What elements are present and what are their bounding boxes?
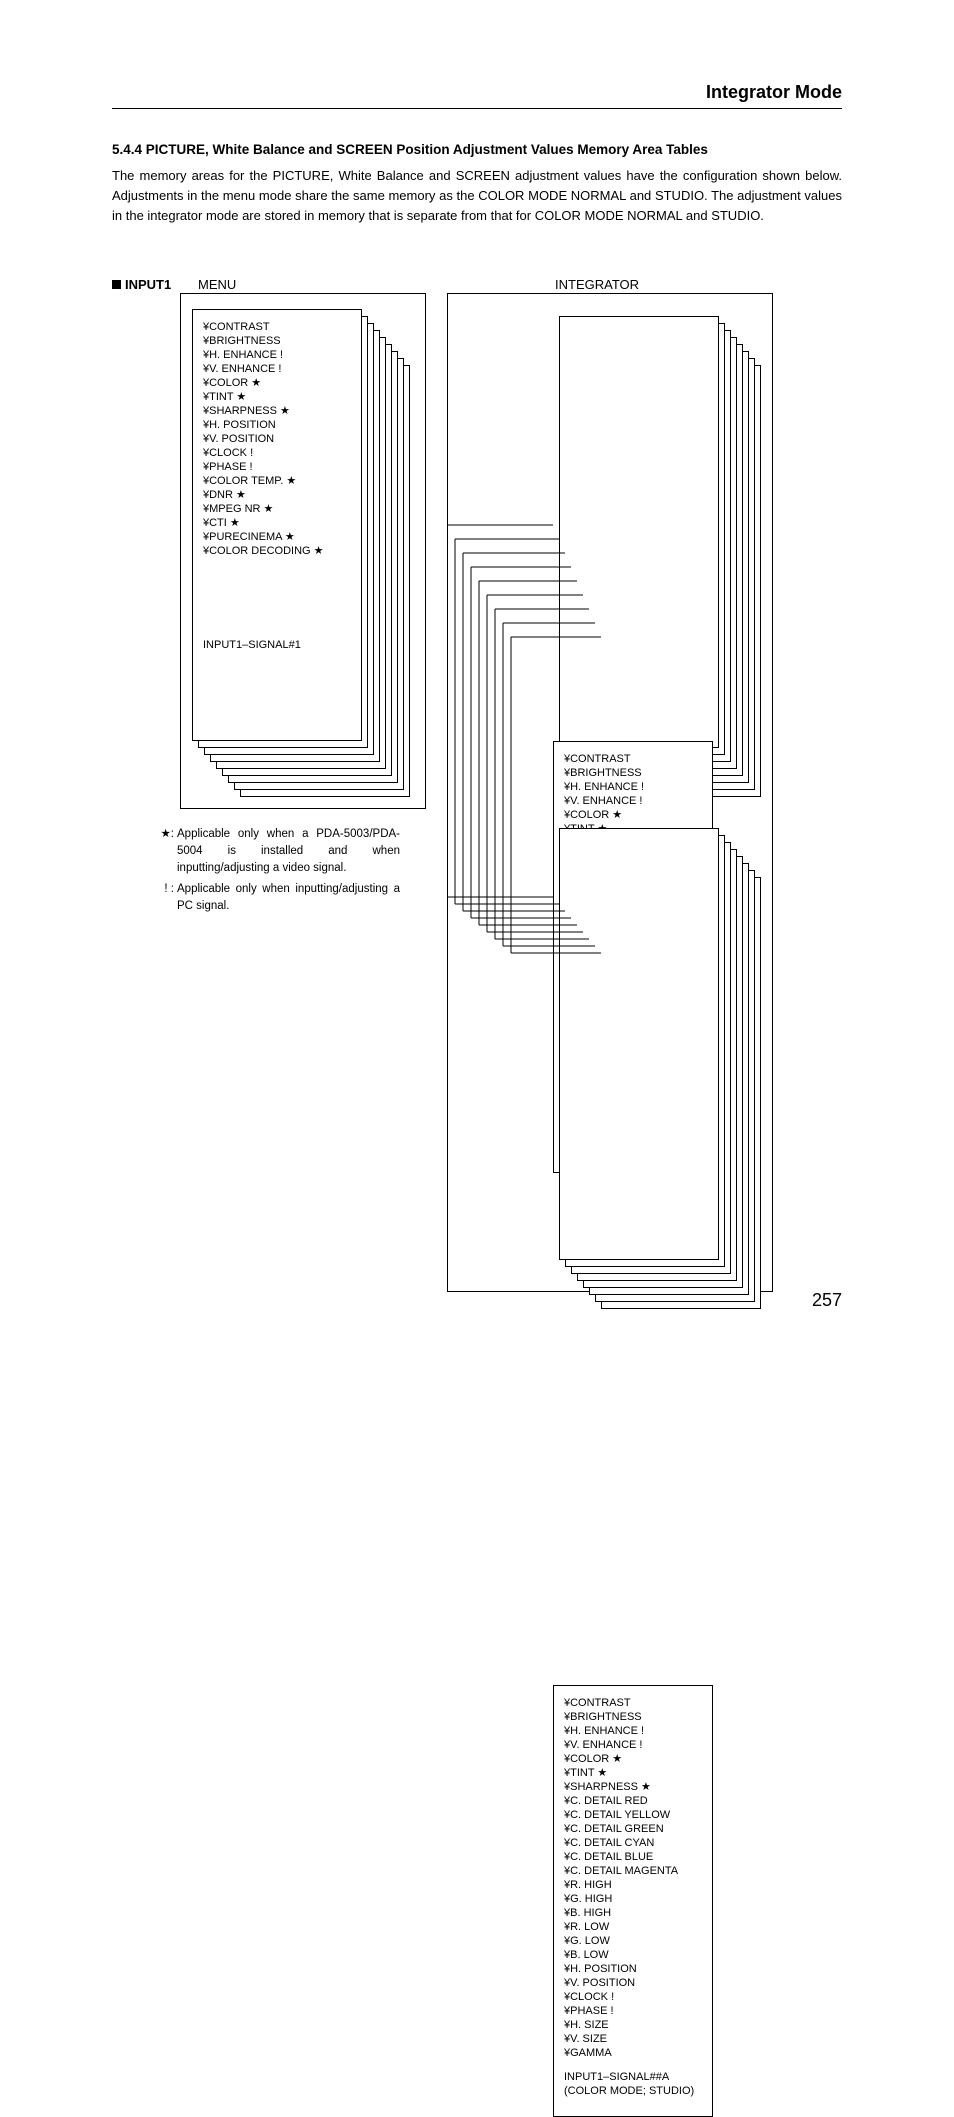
legend: ★: Applicable only when a PDA-5003/PDA-5…	[160, 826, 400, 919]
label-input1: INPUT1	[112, 277, 171, 292]
integ-b-stack-1	[559, 828, 719, 1260]
section-body: The memory areas for the PICTURE, White …	[112, 166, 842, 226]
legend-excl-text: Applicable only when inputting/adjusting…	[177, 881, 400, 915]
legend-star-mark: ★:	[160, 826, 177, 877]
label-menu: MENU	[198, 277, 236, 292]
section-heading: 5.4.4 PICTURE, White Balance and SCREEN …	[112, 142, 708, 157]
header-rule	[112, 108, 842, 109]
label-input1-text: INPUT1	[125, 277, 171, 292]
legend-excl-mark: ! :	[160, 881, 177, 915]
header-title: Integrator Mode	[706, 82, 842, 103]
square-bullet-icon	[112, 280, 121, 289]
integ-b-footer: INPUT1–SIGNAL##A (COLOR MODE; STUDIO)	[554, 2064, 712, 2108]
legend-star-text: Applicable only when a PDA-5003/PDA-5004…	[177, 826, 400, 877]
integ-b-stack-front: ¥CONTRAST ¥BRIGHTNESS ¥H. ENHANCE ! ¥V. …	[553, 1685, 713, 2117]
page-number: 257	[812, 1290, 842, 1311]
menu-items: ¥CONTRAST ¥BRIGHTNESS ¥H. ENHANCE ! ¥V. …	[193, 310, 361, 562]
integ-b-items: ¥CONTRAST ¥BRIGHTNESS ¥H. ENHANCE ! ¥V. …	[554, 1686, 712, 2064]
legend-row-star: ★: Applicable only when a PDA-5003/PDA-5…	[160, 826, 400, 877]
menu-footer: INPUT1–SIGNAL#1	[193, 632, 361, 662]
integ-a-stack-1	[559, 316, 719, 748]
menu-stack-front: ¥CONTRAST ¥BRIGHTNESS ¥H. ENHANCE ! ¥V. …	[192, 309, 362, 741]
label-integrator: INTEGRATOR	[555, 277, 639, 292]
legend-row-excl: ! : Applicable only when inputting/adjus…	[160, 881, 400, 915]
